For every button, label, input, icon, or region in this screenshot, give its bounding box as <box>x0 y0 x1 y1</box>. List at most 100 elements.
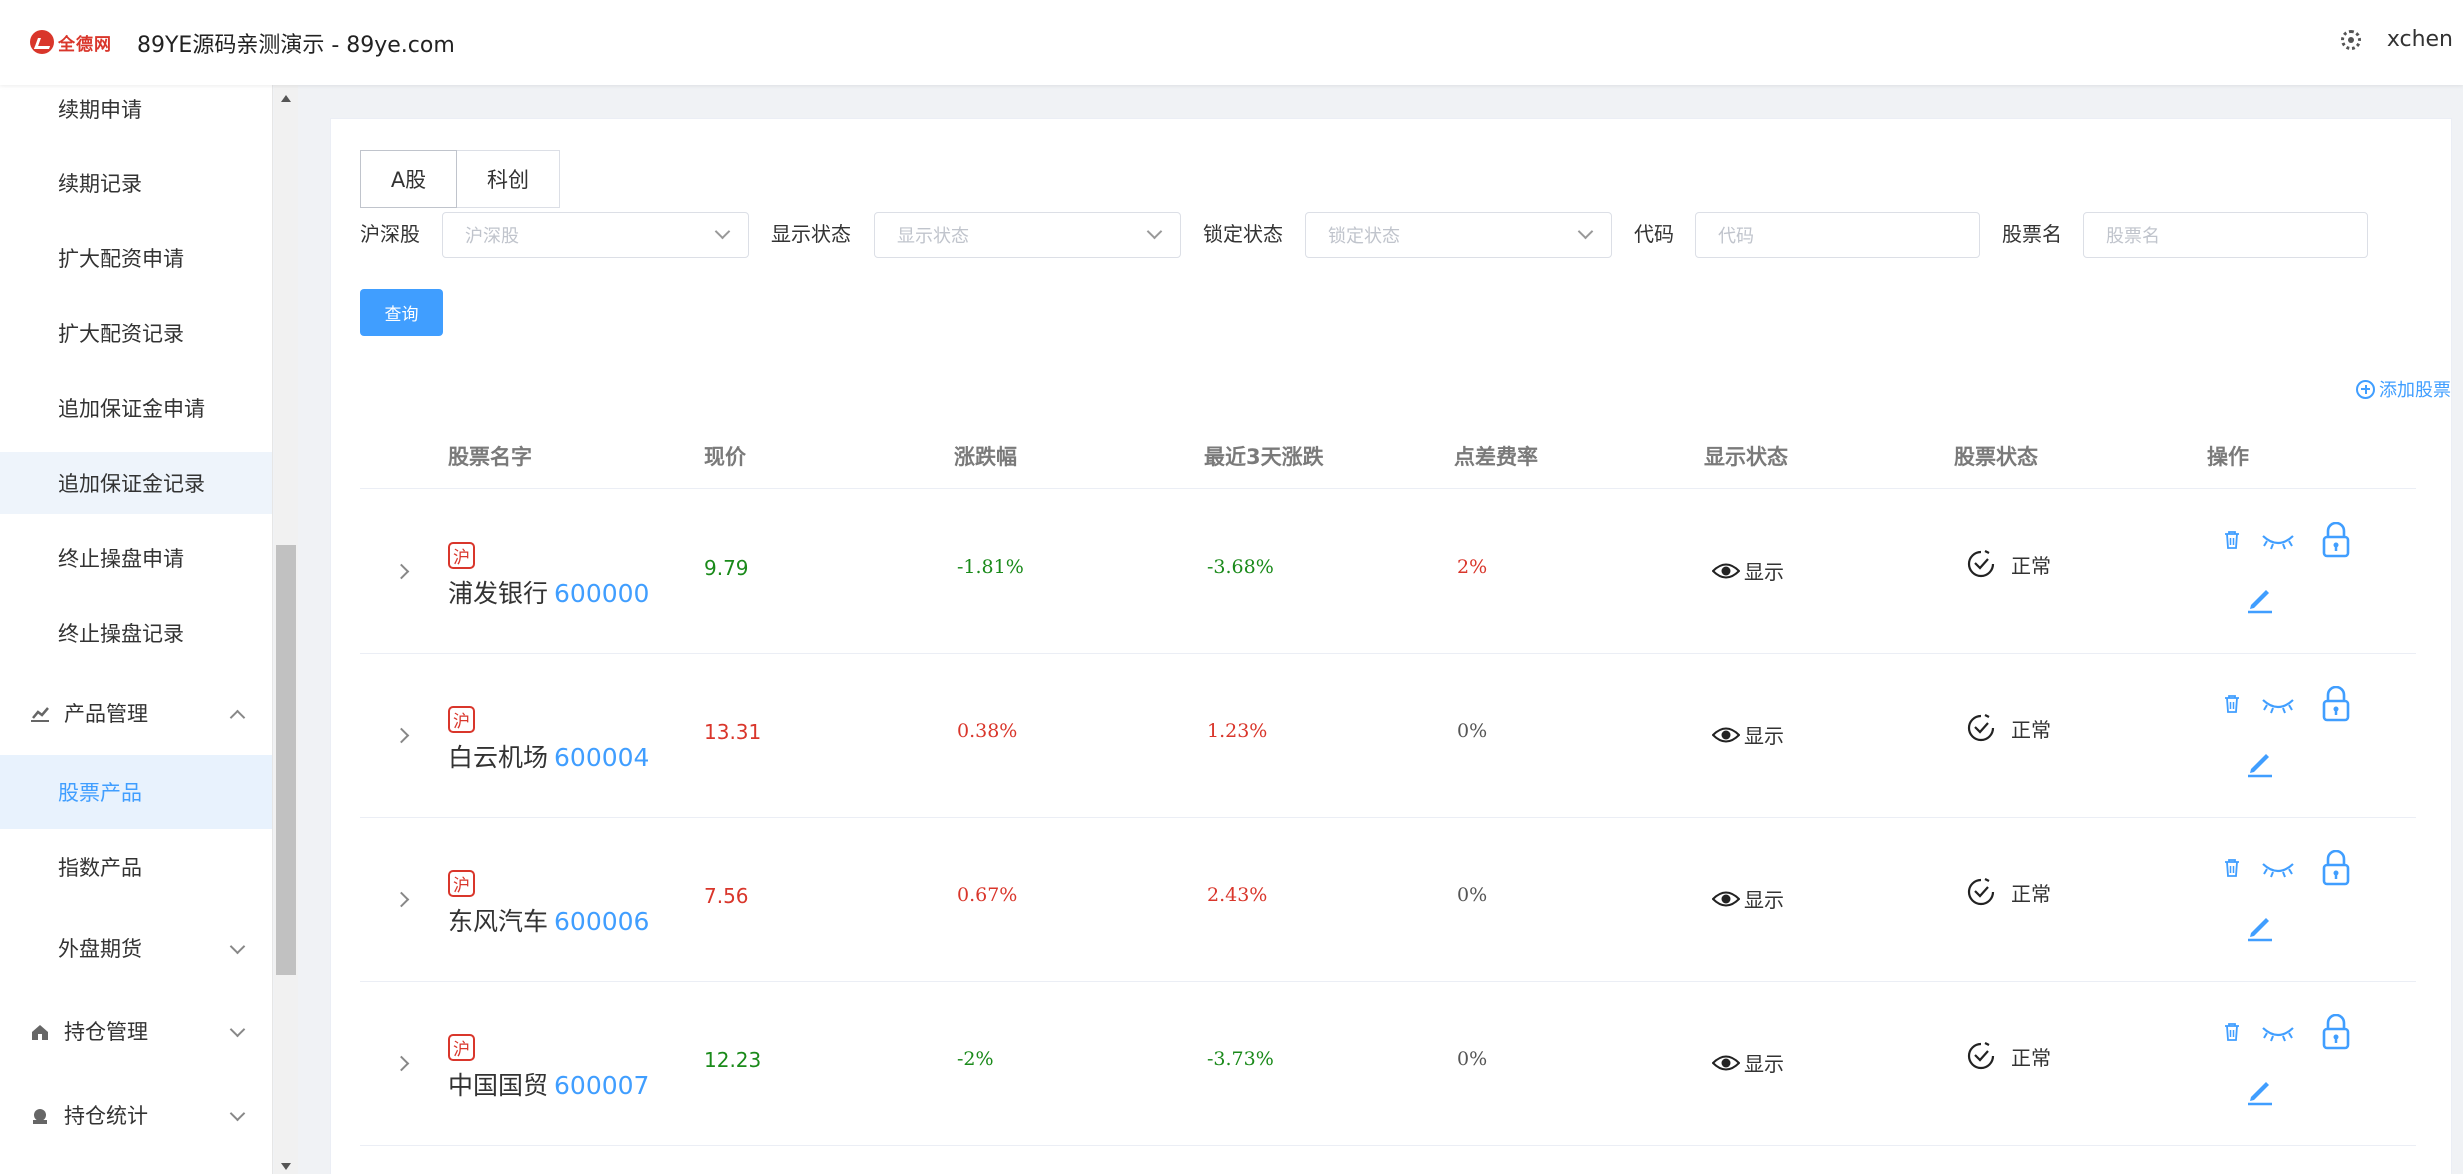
chevron-up-icon <box>229 709 246 726</box>
expand-row-icon[interactable] <box>393 727 410 744</box>
sidebar-item-label: 股票产品 <box>58 781 142 805</box>
sidebar-item-index-products[interactable]: 指数产品 <box>0 836 272 898</box>
stock-code[interactable]: 600004 <box>554 743 649 772</box>
chevron-down-icon <box>1577 223 1594 240</box>
expand-row-icon[interactable] <box>393 891 410 908</box>
edit-icon[interactable] <box>2245 584 2275 614</box>
edit-icon[interactable] <box>2245 912 2275 942</box>
sidebar-group-stats[interactable]: 持仓统计 <box>0 1084 272 1146</box>
display-filter-label: 显示状态 <box>771 222 851 246</box>
edit-icon[interactable] <box>2245 748 2275 778</box>
change-cell: -2% <box>957 1048 994 1070</box>
delete-icon[interactable] <box>2223 694 2241 714</box>
stock-name-input[interactable]: 股票名 <box>2083 212 2368 258</box>
market-select[interactable]: 沪深股 <box>442 212 749 258</box>
stock-status-cell: 正常 <box>1965 876 2051 908</box>
hide-eye-icon[interactable] <box>2261 532 2295 550</box>
name-filter-label: 股票名 <box>2002 222 2062 246</box>
chart-icon <box>30 704 50 722</box>
sidebar-item-stop-apply[interactable]: 终止操盘申请 <box>0 527 272 589</box>
market-badge: 沪 <box>448 542 475 569</box>
expand-row-icon[interactable] <box>393 1055 410 1072</box>
stock-code[interactable]: 600006 <box>554 907 649 936</box>
sidebar-group-label: 持仓统计 <box>64 1104 148 1128</box>
change-cell: -1.81% <box>957 556 1024 578</box>
sidebar-item-label: 外盘期货 <box>58 937 142 961</box>
scroll-down-arrow[interactable] <box>281 1163 291 1170</box>
lock-status-select[interactable]: 锁定状态 <box>1305 212 1612 258</box>
lock-icon[interactable] <box>2321 850 2351 886</box>
row-actions <box>2223 850 2363 960</box>
home-icon <box>30 1022 50 1040</box>
delete-icon[interactable] <box>2223 858 2241 878</box>
sidebar-item-foreign-futures[interactable]: 外盘期货 <box>0 917 272 979</box>
logo[interactable]: 全德网 <box>30 26 112 58</box>
change-3d-cell: 2.43% <box>1207 884 1268 906</box>
scroll-thumb[interactable] <box>276 545 296 975</box>
eye-icon <box>1712 1055 1740 1070</box>
sidebar-item-renewal-records[interactable]: 续期记录 <box>0 152 272 214</box>
stock-status-cell: 正常 <box>1965 548 2051 580</box>
expand-row-icon[interactable] <box>393 563 410 580</box>
change-3d-cell: -3.73% <box>1207 1048 1274 1070</box>
col-spread: 点差费率 <box>1454 445 1538 469</box>
tab-a-share[interactable]: A股 <box>360 150 457 208</box>
edit-icon[interactable] <box>2245 1076 2275 1106</box>
tab-star-market[interactable]: 科创 <box>457 150 560 208</box>
delete-icon[interactable] <box>2223 1022 2241 1042</box>
sidebar-item-margin-records[interactable]: 追加保证金记录 <box>0 452 272 514</box>
stock-code[interactable]: 600007 <box>554 1071 649 1100</box>
sidebar-item-label: 终止操盘申请 <box>58 547 184 571</box>
display-select-placeholder: 显示状态 <box>897 226 969 247</box>
site-title: 89YE源码亲测演示 - 89ye.com <box>137 33 455 58</box>
lock-icon[interactable] <box>2321 1014 2351 1050</box>
sidebar-item-label: 续期记录 <box>58 172 142 196</box>
sidebar-item-label: 扩大配资记录 <box>58 322 184 346</box>
sidebar-item-expand-records[interactable]: 扩大配资记录 <box>0 302 272 364</box>
sidebar-item-label: 续期申请 <box>58 98 142 122</box>
code-input[interactable]: 代码 <box>1695 212 1980 258</box>
status-clock-icon <box>1967 714 1995 742</box>
market-badge: 沪 <box>448 1034 475 1061</box>
stats-icon <box>30 1106 50 1124</box>
sidebar-item-expand-apply[interactable]: 扩大配资申请 <box>0 227 272 289</box>
row-actions <box>2223 686 2363 796</box>
market-tabs: A股 科创 <box>360 150 560 208</box>
market-badge: 沪 <box>448 870 475 897</box>
delete-icon[interactable] <box>2223 530 2241 550</box>
hide-eye-icon[interactable] <box>2261 1024 2295 1042</box>
display-status-text: 显示 <box>1744 560 1784 584</box>
chevron-down-icon <box>714 223 731 240</box>
sidebar-item-stock-products[interactable]: 股票产品 <box>0 755 272 829</box>
query-button[interactable]: 查询 <box>360 289 443 336</box>
stock-name-cell: 浦发银行 600000 <box>448 574 649 610</box>
hide-eye-icon[interactable] <box>2261 696 2295 714</box>
col-price: 现价 <box>704 445 746 469</box>
spread-cell: 2% <box>1457 556 1488 578</box>
table-row: 沪 白云机场 600004 13.31 0.38% 1.23% 0% 显示 正常 <box>360 654 2416 818</box>
sidebar-item-renewal-apply[interactable]: 续期申请 <box>0 85 272 140</box>
sidebar-item-label: 扩大配资申请 <box>58 247 184 271</box>
username[interactable]: xchen <box>2387 27 2453 52</box>
sidebar-group-positions[interactable]: 持仓管理 <box>0 1000 272 1062</box>
sidebar-item-label: 追加保证金申请 <box>58 397 205 421</box>
lock-icon[interactable] <box>2321 522 2351 558</box>
table-row: 沪 中国国贸 600007 12.23 -2% -3.73% 0% 显示 正常 <box>360 982 2416 1146</box>
chevron-down-icon <box>1146 223 1163 240</box>
sidebar-item-margin-apply[interactable]: 追加保证金申请 <box>0 377 272 439</box>
hide-eye-icon[interactable] <box>2261 860 2295 878</box>
col-change: 涨跌幅 <box>954 445 1017 469</box>
add-stock-button[interactable]: 添加股票 <box>2356 376 2451 402</box>
lock-icon[interactable] <box>2321 686 2351 722</box>
eye-icon <box>1712 891 1740 906</box>
display-status-select[interactable]: 显示状态 <box>874 212 1181 258</box>
sidebar-group-label: 产品管理 <box>64 702 148 726</box>
sidebar-group-product[interactable]: 产品管理 <box>0 682 272 744</box>
scroll-up-arrow[interactable] <box>281 95 291 102</box>
price-cell: 12.23 <box>704 1048 762 1072</box>
col-stock-status: 股票状态 <box>1954 445 2038 469</box>
stock-code[interactable]: 600000 <box>554 579 649 608</box>
sidebar-item-stop-records[interactable]: 终止操盘记录 <box>0 602 272 664</box>
sidebar-scrollbar[interactable] <box>274 85 298 1174</box>
settings-icon[interactable] <box>2340 29 2361 50</box>
